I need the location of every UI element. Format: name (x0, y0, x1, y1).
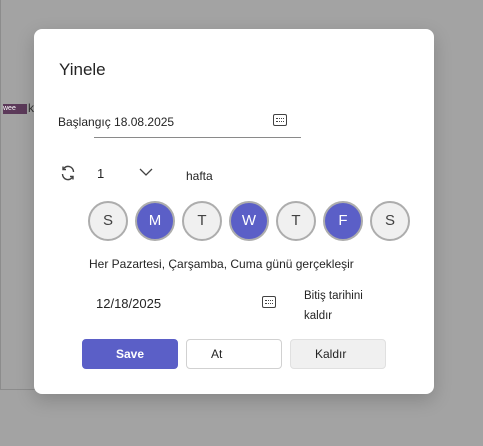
day-toggle-tuesday[interactable]: T (182, 201, 222, 241)
background-panel-edge (0, 0, 1, 390)
day-toggle-saturday[interactable]: S (370, 201, 410, 241)
chevron-down-icon[interactable] (138, 167, 154, 177)
repeat-icon (61, 165, 75, 181)
interval-value[interactable]: 1 (97, 166, 104, 181)
calendar-icon[interactable] (262, 296, 276, 308)
day-toggle-thursday[interactable]: T (276, 201, 316, 241)
remove-end-date-link[interactable]: Bitiş tarihini kaldır (304, 286, 384, 326)
start-date-underline (94, 137, 301, 138)
background-divider (0, 389, 35, 390)
skip-button[interactable]: At (186, 339, 282, 369)
background-tag: wee (3, 104, 27, 114)
save-button[interactable]: Save (82, 339, 178, 369)
recurrence-dialog: Yinele Başlangıç 18.08.2025 1 hafta S M … (34, 29, 434, 394)
day-toggle-friday[interactable]: F (323, 201, 363, 241)
start-date-field[interactable]: Başlangıç 18.08.2025 (58, 107, 301, 138)
start-date-label: Başlangıç 18.08.2025 (58, 115, 175, 129)
weekday-picker: S M T W T F S (88, 201, 410, 241)
day-toggle-sunday[interactable]: S (88, 201, 128, 241)
day-toggle-monday[interactable]: M (135, 201, 175, 241)
interval-unit[interactable]: hafta (186, 169, 213, 183)
calendar-icon[interactable] (273, 114, 287, 126)
remove-button[interactable]: Kaldır (290, 339, 386, 369)
day-toggle-wednesday[interactable]: W (229, 201, 269, 241)
end-date-field[interactable]: 12/18/2025 (96, 296, 161, 311)
recurrence-summary: Her Pazartesi, Çarşamba, Cuma günü gerçe… (89, 257, 354, 271)
dialog-title: Yinele (59, 60, 106, 79)
